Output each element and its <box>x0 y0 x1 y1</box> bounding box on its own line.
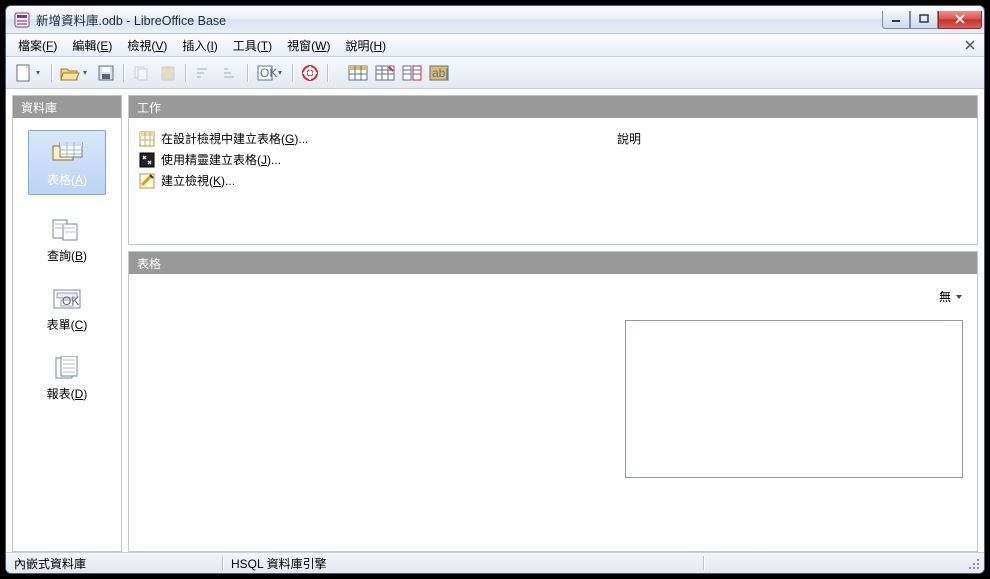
toolbar-separator <box>245 62 250 84</box>
svg-text:OK: OK <box>62 294 79 308</box>
database-panel: 資料庫 表格(A) 查詢(B) OK 表單(C) 報表(D) <box>12 95 122 552</box>
menu-tools[interactable]: 工具(T) <box>227 35 278 56</box>
wizard-icon <box>139 152 155 168</box>
sort-desc-button[interactable] <box>218 61 242 85</box>
sidebar-item-reports[interactable]: 報表(D) <box>28 355 106 402</box>
toolbar-separator <box>325 62 330 84</box>
window-frame: 新增資料庫.odb - LibreOffice Base 檔案(F) 編輯(E)… <box>5 5 985 574</box>
database-items: 表格(A) 查詢(B) OK 表單(C) 報表(D) <box>13 118 121 551</box>
tasks-header: 工作 <box>129 96 977 118</box>
content-area: 資料庫 表格(A) 查詢(B) OK 表單(C) 報表(D) <box>6 89 984 552</box>
tasks-panel: 工作 在設計檢視中建立表格(G)... 使用精靈建立表格(J)... <box>128 95 978 245</box>
toolbar: OK ab| <box>6 57 984 89</box>
toolbar-separator <box>290 62 295 84</box>
sort-asc-button[interactable] <box>191 61 215 85</box>
open-button[interactable] <box>57 61 91 85</box>
window-controls <box>882 11 982 29</box>
chevron-down-icon <box>955 293 963 301</box>
sidebar-item-tables[interactable]: 表格(A) <box>28 130 106 195</box>
task-label: 在設計檢視中建立表格(G)... <box>161 130 308 147</box>
status-engine: HSQL 資料庫引擎 <box>223 553 703 573</box>
resize-grip-icon[interactable] <box>967 557 981 571</box>
forms-icon: OK <box>51 286 83 312</box>
task-label: 使用精靈建立表格(J)... <box>161 151 281 168</box>
svg-text:ab|: ab| <box>432 66 448 80</box>
view-mode-label: 無 <box>939 288 951 305</box>
database-panel-header: 資料庫 <box>13 96 121 118</box>
menubar-close-icon[interactable] <box>962 37 978 53</box>
toolbar-separator <box>49 62 54 84</box>
task-create-wizard[interactable]: 使用精靈建立表格(J)... <box>139 151 597 168</box>
toolbar-separator <box>121 62 126 84</box>
table-icon-button[interactable] <box>346 61 370 85</box>
status-db-type: 內嵌式資料庫 <box>6 553 222 573</box>
sidebar-item-label: 表單(C) <box>47 316 88 333</box>
design-table-icon <box>139 131 155 147</box>
statusbar: 內嵌式資料庫 HSQL 資料庫引擎 <box>6 552 984 573</box>
close-button[interactable] <box>938 11 982 29</box>
svg-text:OK: OK <box>260 66 277 80</box>
menu-view[interactable]: 檢視(V) <box>121 35 173 56</box>
save-button[interactable] <box>94 61 118 85</box>
form-view-button[interactable]: OK <box>253 61 287 85</box>
queries-icon <box>51 217 83 243</box>
task-create-view[interactable]: 建立檢視(K)... <box>139 172 597 189</box>
table-design-button[interactable] <box>373 61 397 85</box>
menu-insert[interactable]: 插入(I) <box>176 35 223 56</box>
sidebar-item-label: 查詢(B) <box>47 247 87 264</box>
table-relations-button[interactable] <box>400 61 424 85</box>
objects-header: 表格 <box>129 252 977 274</box>
menubar: 檔案(F) 編輯(E) 檢視(V) 插入(I) 工具(T) 視窗(W) 說明(H… <box>6 34 984 57</box>
sidebar-item-label: 報表(D) <box>47 385 88 402</box>
titlebar[interactable]: 新增資料庫.odb - LibreOffice Base <box>6 6 984 34</box>
window-title: 新增資料庫.odb - LibreOffice Base <box>36 10 876 29</box>
task-description: 說明 <box>607 118 977 244</box>
preview-box <box>625 320 963 478</box>
minimize-button[interactable] <box>882 11 910 29</box>
task-create-design[interactable]: 在設計檢視中建立表格(G)... <box>139 130 597 147</box>
reports-icon <box>51 355 83 381</box>
menu-help[interactable]: 說明(H) <box>339 35 392 56</box>
new-button[interactable] <box>12 61 46 85</box>
app-icon <box>14 12 30 28</box>
toolbar-separator <box>183 62 188 84</box>
table-rename-button[interactable]: ab| <box>427 61 451 85</box>
tables-icon <box>51 141 83 167</box>
task-label: 建立檢視(K)... <box>161 172 235 189</box>
menu-edit[interactable]: 編輯(E) <box>66 35 118 56</box>
sidebar-item-forms[interactable]: OK 表單(C) <box>28 286 106 333</box>
main-area: 工作 在設計檢視中建立表格(G)... 使用精靈建立表格(J)... <box>128 95 978 552</box>
view-icon <box>139 173 155 189</box>
tasks-list: 在設計檢視中建立表格(G)... 使用精靈建立表格(J)... 建立檢視(K).… <box>129 118 607 244</box>
description-title: 說明 <box>617 130 967 147</box>
status-empty <box>704 553 720 573</box>
help-button[interactable] <box>298 61 322 85</box>
menu-file[interactable]: 檔案(F) <box>12 35 63 56</box>
sidebar-item-queries[interactable]: 查詢(B) <box>28 217 106 264</box>
paste-button[interactable] <box>156 61 180 85</box>
view-mode-menu[interactable]: 無 <box>939 288 963 305</box>
copy-button[interactable] <box>129 61 153 85</box>
objects-panel: 表格 無 <box>128 251 978 552</box>
maximize-button[interactable] <box>910 11 938 29</box>
objects-body: 無 <box>129 274 977 551</box>
menu-window[interactable]: 視窗(W) <box>281 35 336 56</box>
sidebar-item-label: 表格(A) <box>47 171 87 188</box>
